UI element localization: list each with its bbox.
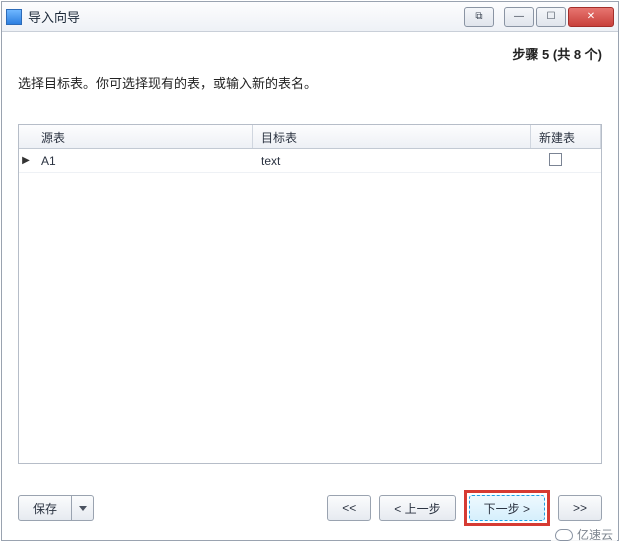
col-header-target[interactable]: 目标表: [253, 125, 531, 148]
next-button-highlight: 下一步 >: [464, 490, 550, 526]
prev-button[interactable]: < 上一步: [379, 495, 455, 521]
cell-source[interactable]: A1: [33, 152, 253, 170]
restore-down-extra-button[interactable]: ⧉: [464, 7, 494, 27]
table-row[interactable]: ▶ A1 text: [19, 149, 601, 173]
content-area: 步骤 5 (共 8 个) 选择目标表。你可选择现有的表，或输入新的表名。 源表 …: [2, 32, 618, 540]
instruction-text: 选择目标表。你可选择现有的表，或输入新的表名。: [18, 73, 602, 92]
row-marker-header: [19, 125, 33, 148]
col-header-create[interactable]: 新建表: [531, 125, 601, 148]
chevron-down-icon: [79, 506, 87, 511]
close-button[interactable]: ✕: [568, 7, 614, 27]
next-button[interactable]: 下一步 >: [469, 495, 545, 521]
window-controls: ⧉ — ☐ ✕: [464, 7, 614, 27]
app-icon: [6, 9, 22, 25]
col-header-source[interactable]: 源表: [33, 125, 253, 148]
wizard-nav: << < 上一步 下一步 > >>: [327, 490, 602, 526]
import-wizard-window: 导入向导 ⧉ — ☐ ✕ 步骤 5 (共 8 个) 选择目标表。你可选择现有的表…: [1, 1, 619, 541]
cell-create: [531, 151, 601, 171]
save-button[interactable]: 保存: [18, 495, 72, 521]
minimize-button[interactable]: —: [504, 7, 534, 27]
save-dropdown-button[interactable]: [72, 495, 94, 521]
window-title: 导入向导: [28, 7, 464, 26]
last-button[interactable]: >>: [558, 495, 602, 521]
first-button[interactable]: <<: [327, 495, 371, 521]
step-indicator: 步骤 5 (共 8 个): [18, 44, 602, 63]
table-mapping-grid: 源表 目标表 新建表 ▶ A1 text: [18, 124, 602, 464]
footer: 保存 << < 上一步 下一步 > >>: [18, 490, 602, 526]
create-table-checkbox[interactable]: [549, 153, 562, 166]
grid-header: 源表 目标表 新建表: [19, 125, 601, 149]
save-split-button: 保存: [18, 495, 94, 521]
cell-target[interactable]: text: [253, 152, 531, 170]
titlebar[interactable]: 导入向导 ⧉ — ☐ ✕: [2, 2, 618, 32]
current-row-icon: ▶: [19, 155, 33, 166]
maximize-button[interactable]: ☐: [536, 7, 566, 27]
